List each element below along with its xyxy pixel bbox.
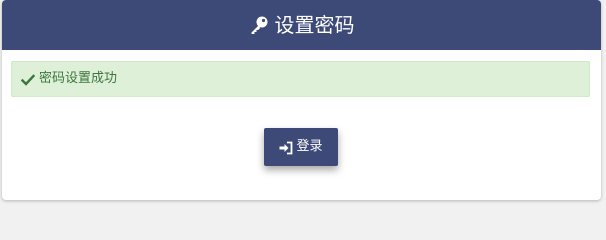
key-icon <box>249 15 269 35</box>
login-button-label: 登录 <box>296 139 323 154</box>
login-button[interactable]: 登录 <box>264 128 338 166</box>
alert-message: 密码设置成功 <box>39 71 118 86</box>
check-icon <box>20 72 36 86</box>
page-title: 设置密码 <box>274 13 355 37</box>
set-password-panel: 设置密码 密码设置成功 登录 <box>2 0 601 200</box>
sign-in-icon <box>279 140 293 155</box>
header-title-group: 设置密码 <box>249 13 355 37</box>
panel-header: 设置密码 <box>2 0 601 50</box>
success-alert: 密码设置成功 <box>11 61 590 97</box>
